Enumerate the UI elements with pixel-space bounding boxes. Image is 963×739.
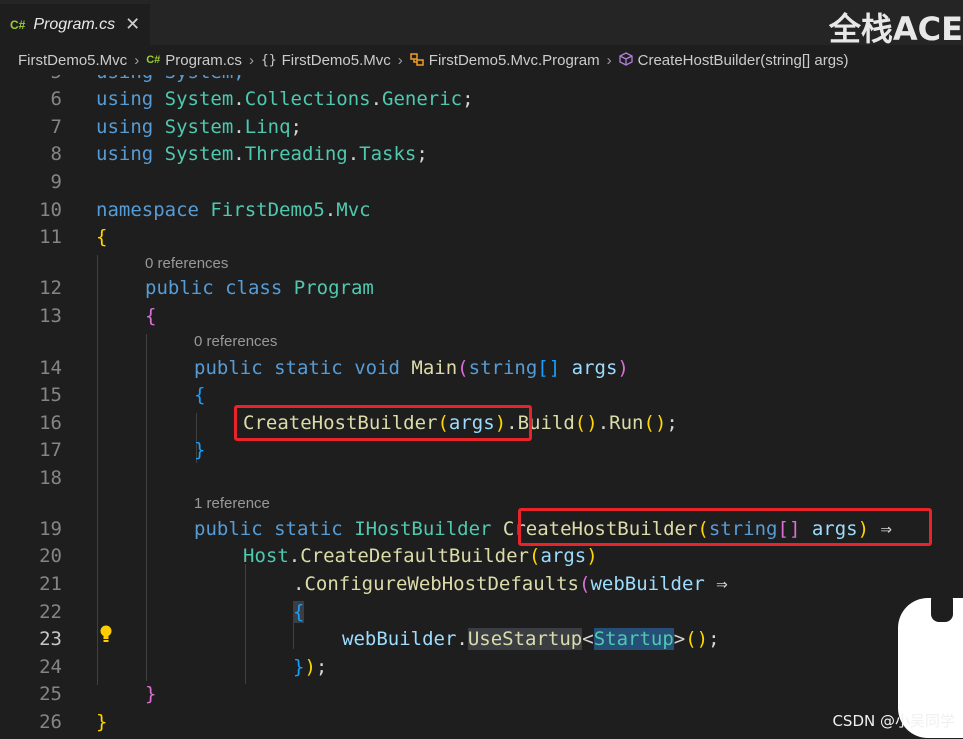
line-number: 15	[39, 384, 62, 406]
line-number: 20	[39, 545, 62, 567]
breadcrumb-namespace[interactable]: FirstDemo5.Mvc	[282, 52, 391, 69]
code-line: public class Program	[145, 277, 374, 299]
code-line: webBuilder.UseStartup<Startup>();	[342, 628, 720, 650]
line-number: 10	[39, 199, 62, 221]
codelens-references[interactable]: 0 references	[194, 333, 277, 350]
line-number: 23	[39, 628, 62, 650]
breadcrumb: FirstDemo5.Mvc › C# Program.cs › {} Firs…	[0, 45, 963, 75]
line-number: 13	[39, 305, 62, 327]
indent-guide	[146, 334, 147, 681]
indent-guide	[245, 564, 246, 684]
line-number: 11	[39, 226, 62, 248]
code-line: namespace FirstDemo5.Mvc	[96, 199, 371, 221]
chevron-right-icon: ›	[248, 51, 254, 69]
line-number: 25	[39, 683, 62, 705]
code-text: using System;	[96, 75, 245, 83]
line-number: 19	[39, 518, 62, 540]
breadcrumb-method[interactable]: CreateHostBuilder(string[] args)	[638, 52, 849, 69]
code-line: }	[145, 683, 157, 705]
code-line: {	[194, 384, 206, 406]
code-line: {	[145, 305, 157, 327]
line-number: 14	[39, 357, 62, 379]
code-line: Host.CreateDefaultBuilder(args)	[243, 545, 598, 567]
breadcrumb-file[interactable]: Program.cs	[165, 52, 242, 69]
decorative-logo	[931, 592, 953, 622]
class-icon	[410, 52, 424, 69]
code-line: }	[194, 439, 206, 461]
line-number: 21	[39, 573, 62, 595]
code-line: {	[293, 601, 305, 623]
lightbulb-icon[interactable]	[99, 625, 113, 648]
line-number: 7	[50, 116, 62, 138]
breadcrumb-class[interactable]: FirstDemo5.Mvc.Program	[429, 52, 600, 69]
codelens-references[interactable]: 0 references	[145, 255, 228, 272]
indent-guide	[293, 619, 294, 649]
line-number: 18	[39, 467, 62, 489]
line-number: 9	[50, 171, 62, 193]
line-number: 5	[0, 75, 62, 83]
line-number: 8	[50, 143, 62, 165]
code-line: });	[293, 656, 328, 678]
tab-title: Program.cs	[33, 15, 116, 33]
code-line: using System.Collections.Generic;	[96, 88, 474, 110]
line-number: 22	[39, 601, 62, 623]
line-number: 24	[39, 656, 62, 678]
line-number: 17	[39, 439, 62, 461]
code-line: {	[96, 226, 108, 248]
chevron-right-icon: ›	[606, 51, 612, 69]
breadcrumb-project[interactable]: FirstDemo5.Mvc	[18, 52, 127, 69]
watermark-top: 全栈ACE	[828, 10, 963, 48]
csharp-file-icon: C#	[146, 54, 161, 66]
close-icon[interactable]: ✕	[125, 14, 140, 35]
chevron-right-icon: ›	[134, 51, 140, 69]
code-line: using System;	[96, 75, 245, 83]
csharp-file-icon: C#	[10, 17, 26, 32]
chevron-right-icon: ›	[397, 51, 403, 69]
code-line: .ConfigureWebHostDefaults(webBuilder ⇒	[293, 573, 728, 595]
highlight-box	[518, 508, 932, 546]
tab-program-cs[interactable]: C# Program.cs ✕	[0, 4, 150, 45]
line-number: 12	[39, 277, 62, 299]
line-number: 6	[50, 88, 62, 110]
indent-guide	[97, 255, 98, 685]
highlight-box	[234, 405, 532, 441]
code-editor[interactable]: 5 using System; 6 using System.Collectio…	[0, 75, 963, 739]
line-number: 26	[39, 711, 62, 733]
code-line: }	[96, 711, 108, 733]
code-line: using System.Linq;	[96, 116, 302, 138]
namespace-icon: {}	[260, 52, 277, 68]
code-line: public static void Main(string[] args)	[194, 357, 629, 379]
code-line: using System.Threading.Tasks;	[96, 143, 428, 165]
line-number: 16	[39, 412, 62, 434]
watermark-bottom: CSDN @小吴同学	[832, 712, 955, 730]
method-icon	[618, 51, 633, 69]
tab-bar: C# Program.cs ✕ 全栈ACE	[0, 0, 963, 48]
codelens-references[interactable]: 1 reference	[194, 495, 270, 512]
